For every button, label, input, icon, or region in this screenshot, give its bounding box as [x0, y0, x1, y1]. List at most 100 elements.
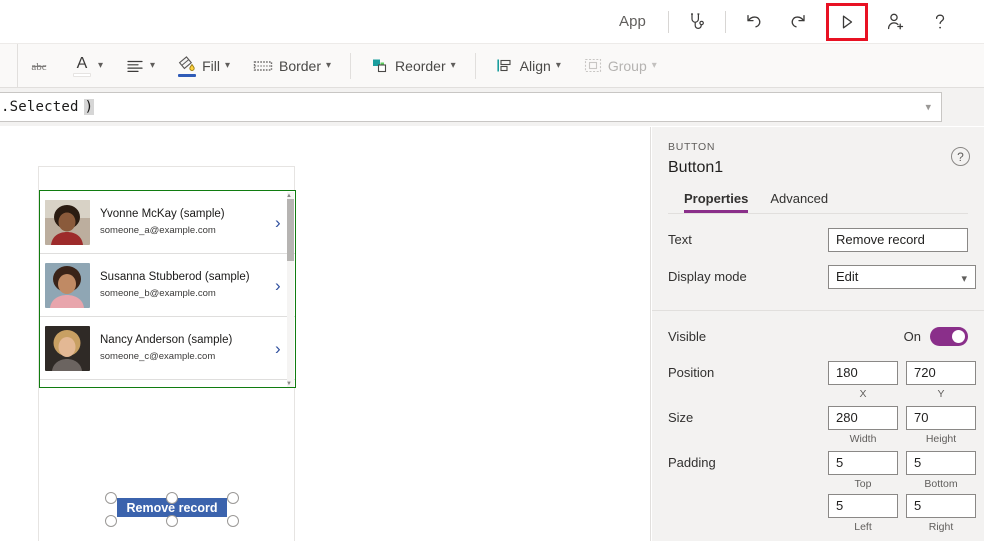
size-height-input[interactable]: 70	[906, 406, 976, 430]
share-person-add-icon[interactable]	[879, 7, 913, 37]
list-item[interactable]: Yvonne McKay (sample) someone_a@example.…	[40, 191, 295, 254]
selected-button-wrapper[interactable]: Remove record	[105, 487, 239, 527]
resize-handle-top-left[interactable]	[105, 492, 117, 504]
font-color-button[interactable]: A ▾	[62, 49, 112, 83]
padding-top-input[interactable]: 5	[828, 451, 898, 475]
resize-handle-bottom-center[interactable]	[166, 515, 178, 527]
padding-bottom-cell: 5 Bottom	[906, 451, 976, 490]
padding-top-sublabel: Top	[828, 478, 898, 490]
pane-header: BUTTON Button1 ? Properties Advanced	[652, 127, 984, 214]
padding-right-cell: 5 Right	[906, 494, 976, 533]
padding-left-right: 5 Left 5 Right	[828, 494, 976, 533]
app-canvas[interactable]: Yvonne McKay (sample) someone_a@example.…	[0, 127, 651, 541]
list-item-email: someone_c@example.com	[100, 350, 275, 364]
tab-properties[interactable]: Properties	[684, 191, 748, 213]
preview-play-icon[interactable]	[829, 6, 865, 38]
display-mode-select[interactable]: Edit ▾	[828, 265, 976, 289]
list-item-text: Susanna Stubberod (sample) someone_b@exa…	[90, 270, 275, 301]
chevron-down-icon[interactable]: ▾	[150, 61, 155, 71]
list-item[interactable]: Maria Campbell (sample) someone_d@exampl…	[40, 380, 295, 388]
reorder-label: Reorder	[395, 58, 446, 74]
size-label: Size	[668, 406, 828, 425]
layout-properties-section: Visible On Position 180 X 720 Y	[652, 311, 984, 541]
align-button[interactable]: Align ▾	[486, 49, 570, 83]
size-row: Size 280 Width 70 Height	[668, 406, 968, 445]
resize-handle-top-right[interactable]	[227, 492, 239, 504]
chevron-down-icon[interactable]: ▾	[326, 61, 331, 71]
padding-top-cell: 5 Top	[828, 451, 898, 490]
separator	[725, 11, 726, 33]
resize-handle-bottom-left[interactable]	[105, 515, 117, 527]
font-color-A-icon: A	[71, 54, 93, 77]
avatar	[45, 326, 90, 371]
fill-button[interactable]: Fill ▾	[168, 49, 239, 83]
reorder-icon	[370, 57, 390, 74]
tab-advanced[interactable]: Advanced	[770, 191, 828, 213]
padding-top-bottom: 5 Top 5 Bottom	[828, 451, 976, 490]
control-name: Button1	[668, 159, 968, 177]
chevron-down-icon[interactable]: ▾	[451, 61, 456, 71]
chevron-down-icon: ▾	[652, 61, 657, 71]
help-question-icon[interactable]: ?	[951, 147, 970, 166]
app-menu-label[interactable]: App	[603, 13, 662, 30]
visible-label: Visible	[668, 329, 904, 344]
avatar	[45, 263, 90, 308]
pane-tabs: Properties Advanced	[668, 177, 968, 214]
position-y-cell: 720 Y	[906, 361, 976, 400]
reorder-button[interactable]: Reorder ▾	[361, 49, 465, 83]
display-mode-row: Display mode Edit ▾	[668, 261, 968, 292]
strikethrough-abc-button[interactable]: abc	[20, 49, 58, 83]
help-question-icon[interactable]	[923, 7, 957, 37]
gallery-control[interactable]: Yvonne McKay (sample) someone_a@example.…	[39, 190, 296, 388]
display-mode-value[interactable]: Edit	[828, 265, 976, 289]
padding-left-input[interactable]: 5	[828, 494, 898, 518]
list-item-name: Susanna Stubberod (sample)	[100, 270, 275, 285]
position-x-input[interactable]: 180	[828, 361, 898, 385]
screen-preview[interactable]: Yvonne McKay (sample) someone_a@example.…	[38, 166, 295, 541]
text-property-row: Text Remove record	[668, 224, 968, 255]
formula-input[interactable]: .Selected ) ▾	[0, 92, 942, 122]
group-label: Group	[608, 58, 647, 74]
visible-row: Visible On	[668, 321, 968, 351]
resize-handle-top-center[interactable]	[166, 492, 178, 504]
size-width-input[interactable]: 280	[828, 406, 898, 430]
scroll-down-caret-icon[interactable]: ▼	[286, 381, 292, 387]
visible-toggle[interactable]	[930, 327, 968, 346]
padding-right-sublabel: Right	[906, 521, 976, 533]
text-align-button[interactable]: ▾	[116, 49, 164, 83]
undo-icon[interactable]	[737, 7, 771, 37]
border-icon	[252, 58, 274, 74]
formula-expand-chevron-icon[interactable]: ▾	[925, 101, 931, 114]
padding-row: Padding 5 Top 5 Bottom	[668, 451, 968, 533]
size-fields: 280 Width 70 Height	[828, 406, 976, 445]
position-y-input[interactable]: 720	[906, 361, 976, 385]
format-ribbon: abc A ▾ ▾	[0, 44, 984, 88]
svg-text:abc: abc	[31, 61, 46, 73]
list-item[interactable]: Susanna Stubberod (sample) someone_b@exa…	[40, 254, 295, 317]
app-checker-icon[interactable]	[680, 7, 714, 37]
fill-color-swatch	[178, 74, 196, 77]
top-command-bar: App	[0, 0, 984, 44]
padding-right-input[interactable]: 5	[906, 494, 976, 518]
control-type-label: BUTTON	[668, 141, 968, 153]
resize-handle-bottom-right[interactable]	[227, 515, 239, 527]
properties-pane: BUTTON Button1 ? Properties Advanced Tex…	[652, 127, 984, 541]
list-item-email: someone_b@example.com	[100, 287, 275, 301]
chevron-down-icon[interactable]: ▾	[961, 272, 967, 285]
size-height-sublabel: Height	[906, 433, 976, 445]
redo-icon[interactable]	[781, 7, 815, 37]
toggle-knob	[952, 330, 965, 343]
chevron-down-icon[interactable]: ▾	[556, 61, 561, 71]
list-item-name: Yvonne McKay (sample)	[100, 207, 275, 222]
chevron-down-icon[interactable]: ▾	[225, 61, 230, 71]
padding-label: Padding	[668, 451, 828, 470]
text-input[interactable]: Remove record	[828, 228, 968, 252]
border-button[interactable]: Border ▾	[243, 49, 340, 83]
padding-bottom-input[interactable]: 5	[906, 451, 976, 475]
gallery-scroll-thumb[interactable]	[287, 199, 294, 261]
fill-label: Fill	[202, 58, 220, 74]
list-item[interactable]: Nancy Anderson (sample) someone_c@exampl…	[40, 317, 295, 380]
formula-closing-paren: )	[84, 99, 94, 115]
list-item-name: Nancy Anderson (sample)	[100, 333, 275, 348]
chevron-down-icon[interactable]: ▾	[98, 61, 103, 71]
